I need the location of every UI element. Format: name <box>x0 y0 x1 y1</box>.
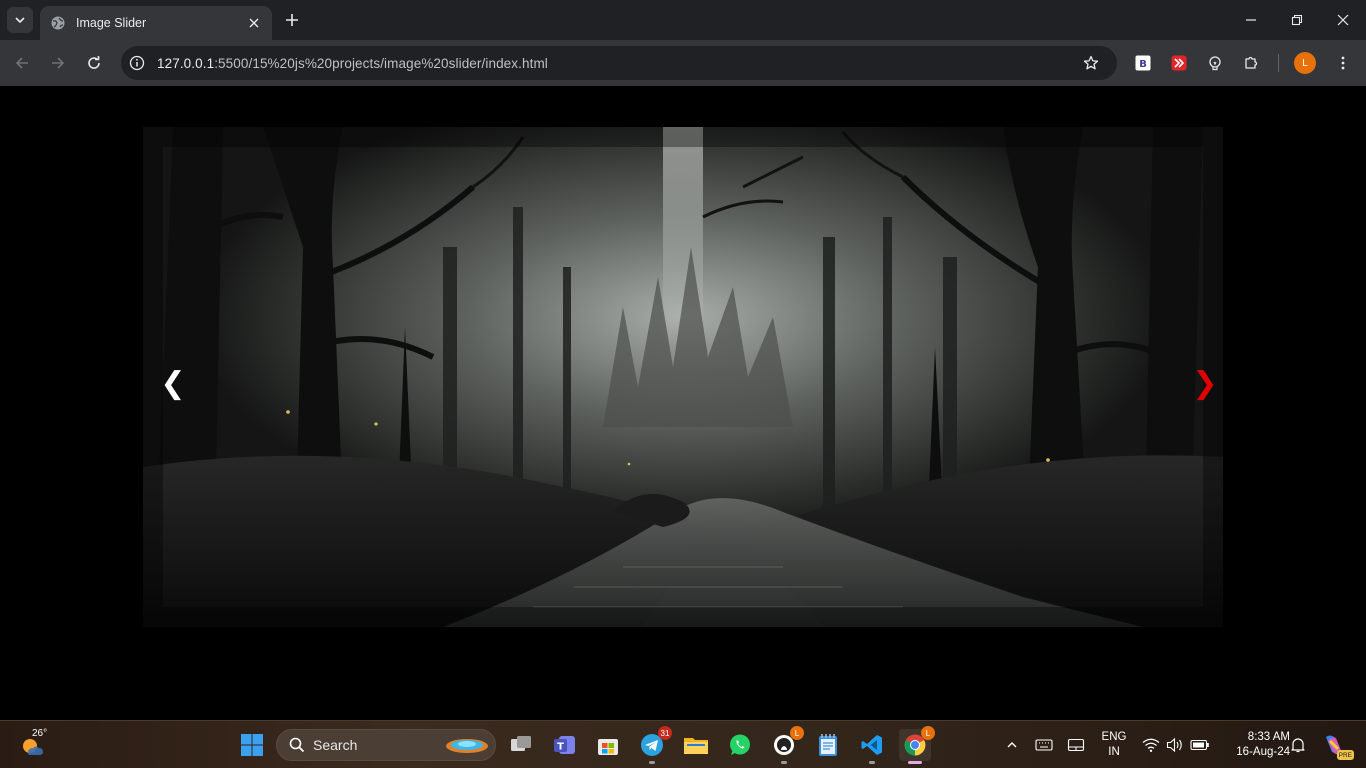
task-view-icon <box>511 736 531 751</box>
page-viewport: ❮ ❯ <box>0 86 1366 720</box>
wifi-icon <box>1142 738 1160 752</box>
profile-avatar[interactable]: L <box>1294 52 1316 74</box>
search-icon <box>289 737 305 753</box>
search-placeholder: Search <box>313 737 358 753</box>
weather-temperature: 26° <box>32 728 48 739</box>
battery-icon <box>1190 739 1209 751</box>
b-extension-icon[interactable]: B <box>1131 51 1155 75</box>
clock-time: 8:33 AM <box>1247 731 1290 743</box>
volume-icon <box>1166 737 1182 753</box>
keyboard-icon <box>1035 739 1053 751</box>
search-highlight-icon <box>446 739 488 753</box>
weather-widget[interactable]: 26° <box>18 728 58 761</box>
url-host: 127.0.0.1 <box>157 55 215 71</box>
forward-button[interactable] <box>46 51 70 75</box>
plus-icon <box>286 14 298 26</box>
url-text: 127.0.0.1:5500/15%20js%20projects/image%… <box>157 56 548 71</box>
chrome-app[interactable]: L <box>899 726 935 764</box>
red-extension-icon[interactable] <box>1167 51 1191 75</box>
bell-icon <box>1291 738 1305 753</box>
vscode-icon <box>861 735 882 755</box>
copilot-button[interactable]: PRE <box>1318 729 1354 761</box>
reload-button[interactable] <box>82 51 106 75</box>
windows-logo-icon <box>241 734 263 756</box>
puzzle-extensions-icon[interactable] <box>1239 51 1263 75</box>
svg-text:B: B <box>1139 59 1147 70</box>
running-indicator-focused <box>908 761 922 764</box>
url-path: :5500/15%20js%20projects/image%20slider/… <box>214 55 548 71</box>
browser-tab-strip: Image Slider <box>0 0 1366 40</box>
chevron-up-icon <box>1007 742 1017 748</box>
language-region: IN <box>1108 746 1120 758</box>
battery-tray-button[interactable] <box>1190 735 1210 755</box>
active-tab[interactable]: Image Slider <box>40 6 272 40</box>
teams-icon: T <box>554 736 575 754</box>
running-indicator <box>649 761 655 764</box>
github-desktop-app[interactable]: L <box>768 726 804 764</box>
arrow-left-icon <box>15 57 28 69</box>
bulb-extension-icon[interactable] <box>1203 51 1227 75</box>
globe-icon <box>50 15 66 31</box>
folder-icon <box>684 738 708 754</box>
tab-search-button[interactable] <box>7 7 33 33</box>
microsoft-store-icon <box>598 739 618 755</box>
vscode-app[interactable] <box>856 729 888 764</box>
taskbar-search[interactable]: Search <box>276 729 496 761</box>
next-slide-button[interactable]: ❯ <box>1190 363 1220 403</box>
svg-text:T: T <box>557 742 564 753</box>
minimize-icon <box>1246 19 1256 21</box>
slide-image <box>143 127 1223 627</box>
store-app[interactable] <box>592 729 624 761</box>
running-indicator <box>869 761 875 764</box>
minimize-button[interactable] <box>1239 8 1263 32</box>
show-hidden-icons-button[interactable] <box>1002 735 1022 755</box>
touchpad-icon <box>1067 738 1085 752</box>
close-tab-icon[interactable] <box>244 13 264 33</box>
teams-app[interactable]: T <box>549 729 581 761</box>
back-button[interactable] <box>10 51 34 75</box>
image-slider: ❮ ❯ <box>143 127 1223 627</box>
new-tab-button[interactable] <box>280 8 304 32</box>
clock-date: 16-Aug-24 <box>1236 746 1290 758</box>
kebab-menu-icon[interactable] <box>1331 51 1355 75</box>
notepad-icon <box>819 734 837 756</box>
telegram-app[interactable]: 31 <box>636 726 672 764</box>
chrome-profile-badge: L <box>921 726 935 740</box>
close-window-button[interactable] <box>1331 8 1355 32</box>
site-info-icon[interactable] <box>125 51 149 75</box>
whatsapp-icon <box>730 734 750 755</box>
prev-slide-button[interactable]: ❮ <box>158 363 188 403</box>
notepad-app[interactable] <box>812 729 844 761</box>
language-code: ENG <box>1101 731 1127 743</box>
restore-button[interactable] <box>1285 8 1309 32</box>
address-bar[interactable]: 127.0.0.1:5500/15%20js%20projects/image%… <box>121 46 1117 80</box>
touchpad-tray-button[interactable] <box>1066 735 1086 755</box>
task-view-button[interactable] <box>505 729 537 761</box>
close-icon <box>1337 14 1349 26</box>
clock[interactable]: 8:33 AM 16-Aug-24 <box>1222 730 1290 760</box>
arrow-right-icon <box>52 57 65 69</box>
whatsapp-app[interactable] <box>724 729 756 761</box>
start-button[interactable] <box>236 729 268 761</box>
keyboard-tray-button[interactable] <box>1034 735 1054 755</box>
wifi-tray-button[interactable] <box>1141 735 1161 755</box>
running-indicator <box>781 761 787 764</box>
browser-toolbar: 127.0.0.1:5500/15%20js%20projects/image%… <box>0 40 1366 86</box>
github-profile-badge: L <box>790 726 804 740</box>
taskbar: 26° Search T 31 L L ENG IN 8:33 AM 16-Au… <box>0 720 1366 768</box>
file-explorer-app[interactable] <box>680 729 712 761</box>
reload-icon <box>88 56 100 69</box>
tab-title: Image Slider <box>76 16 147 30</box>
restore-icon <box>1291 14 1303 26</box>
chevron-down-icon <box>15 17 25 24</box>
volume-tray-button[interactable] <box>1165 735 1185 755</box>
bookmark-star-icon[interactable] <box>1079 51 1103 75</box>
notifications-button[interactable] <box>1288 735 1308 755</box>
toolbar-divider <box>1278 54 1279 72</box>
language-indicator[interactable]: ENG IN <box>1098 730 1130 760</box>
telegram-notification-badge: 31 <box>658 726 672 740</box>
copilot-preview-badge: PRE <box>1336 750 1354 760</box>
